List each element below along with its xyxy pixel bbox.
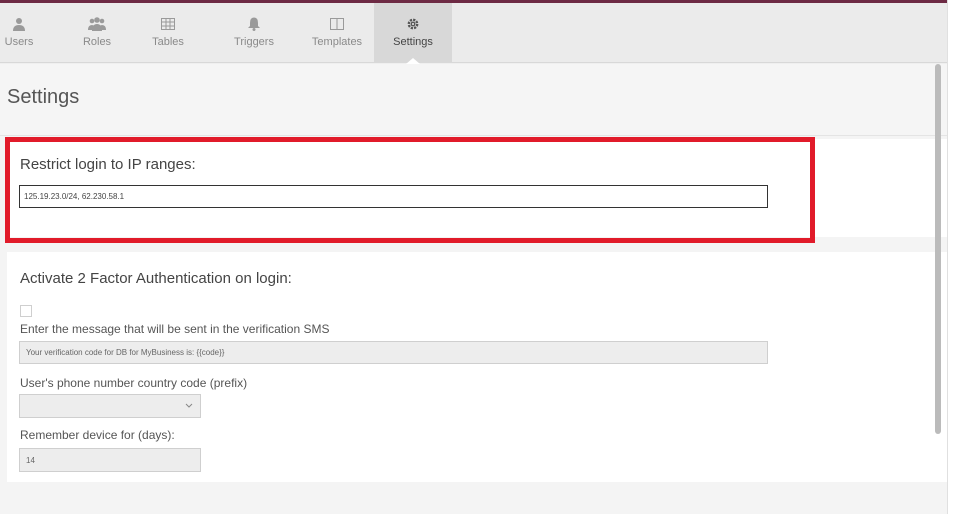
sms-message-input[interactable]: Your verification code for DB for MyBusi… xyxy=(19,341,768,364)
nav-label: Templates xyxy=(311,36,363,48)
country-code-label: User's phone number country code (prefix… xyxy=(20,376,248,390)
nav-label: Tables xyxy=(152,36,184,48)
two-factor-checkbox[interactable] xyxy=(20,305,32,317)
remember-device-input[interactable]: 14 xyxy=(19,448,201,472)
user-icon xyxy=(13,15,25,33)
nav-item-roles[interactable]: Roles xyxy=(38,3,116,63)
chevron-down-icon xyxy=(185,403,193,408)
roles-icon xyxy=(87,15,107,33)
remember-device-label: Remember device for (days): xyxy=(20,428,175,442)
nav-item-users[interactable]: Users xyxy=(0,3,38,63)
nav-label: Triggers xyxy=(234,36,274,48)
two-factor-title: Activate 2 Factor Authentication on logi… xyxy=(20,270,292,287)
sms-message-label: Enter the message that will be sent in t… xyxy=(20,322,330,336)
scrollbar[interactable] xyxy=(935,64,941,434)
main-nav: Users Roles Tables Triggers Templates Se… xyxy=(0,3,948,64)
nav-item-templates[interactable]: Templates xyxy=(282,3,374,63)
bell-icon xyxy=(248,15,260,33)
nav-label: Users xyxy=(4,36,34,48)
nav-label: Settings xyxy=(393,36,433,48)
country-code-select[interactable] xyxy=(19,394,201,418)
table-icon xyxy=(161,15,175,33)
settings-content: Settings Restrict login to IP ranges: Ac… xyxy=(0,64,948,514)
window-edge xyxy=(947,0,953,514)
page-header: Settings xyxy=(0,64,948,136)
page-title: Settings xyxy=(7,86,80,108)
ip-restriction-highlight xyxy=(5,137,815,243)
nav-label: Roles xyxy=(82,36,112,48)
nav-item-triggers[interactable]: Triggers xyxy=(200,3,282,63)
nav-item-settings[interactable]: Settings xyxy=(374,3,452,64)
nav-item-tables[interactable]: Tables xyxy=(116,3,200,63)
gear-icon xyxy=(406,15,420,33)
template-icon xyxy=(330,15,344,33)
two-factor-panel: Activate 2 Factor Authentication on logi… xyxy=(7,252,948,482)
